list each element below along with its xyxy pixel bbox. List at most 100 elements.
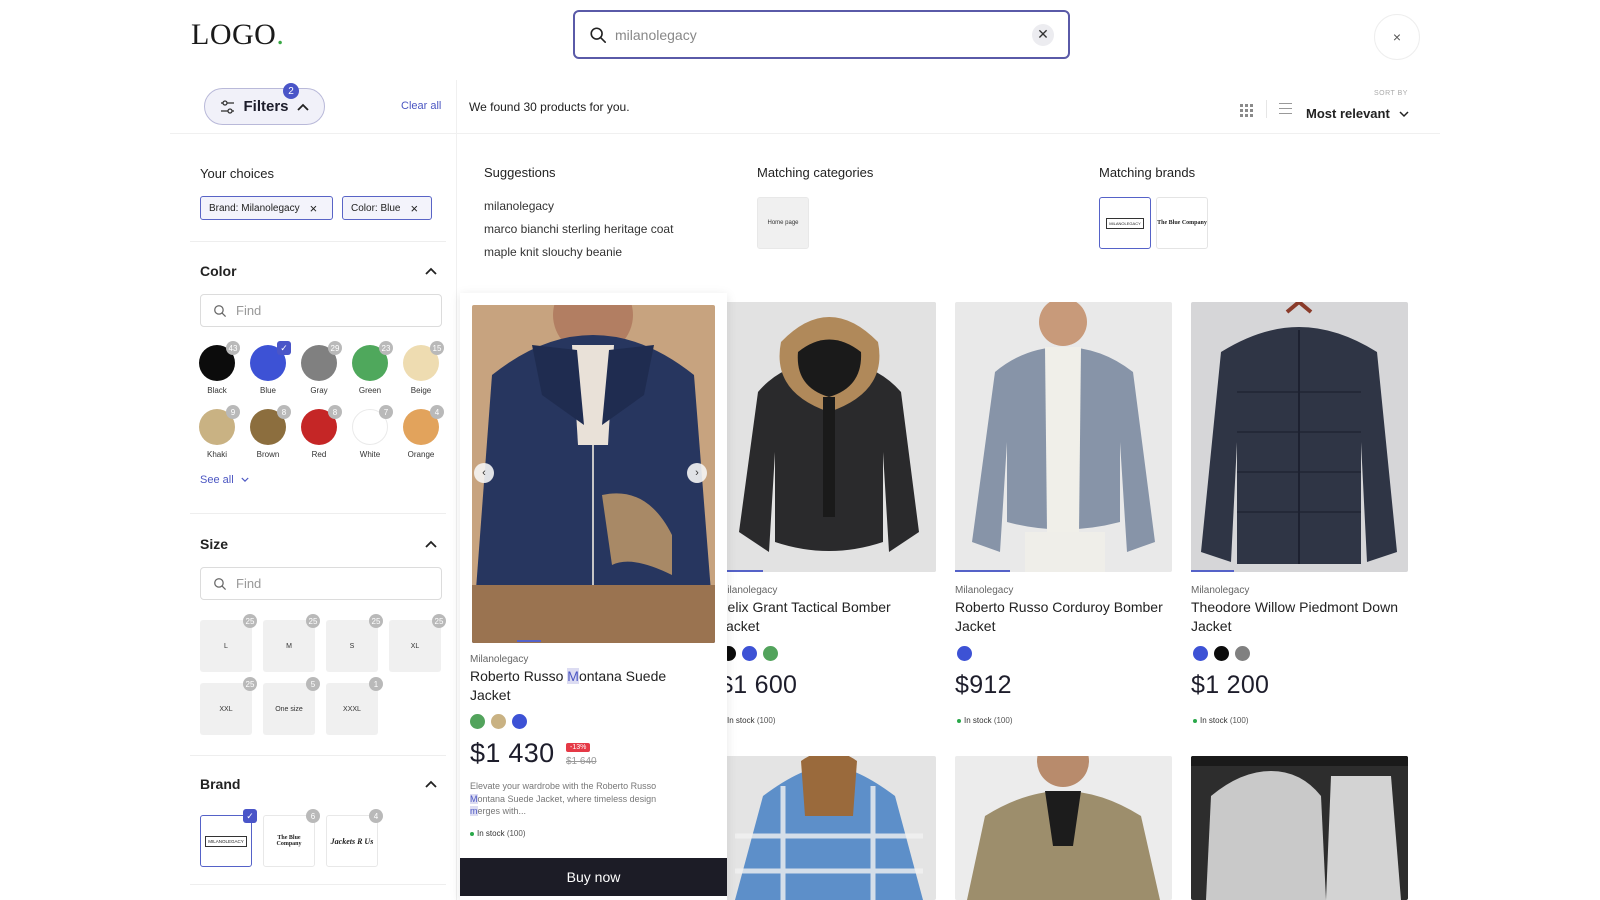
checkmark-icon: ✓: [277, 341, 291, 355]
brand-option-jackets-r-us[interactable]: Jackets R Us: [326, 815, 378, 867]
suggestion-item[interactable]: maple knit slouchy beanie: [484, 245, 622, 259]
product-image-flannel-jacket[interactable]: [723, 756, 936, 900]
matching-brand-blue-company[interactable]: The Blue Company: [1156, 197, 1208, 249]
product-image-felix-grant[interactable]: [723, 302, 936, 572]
logo[interactable]: LOGO.: [191, 18, 284, 52]
suede-jacket-image: [472, 305, 715, 643]
logo-dot: .: [276, 18, 285, 51]
product-name[interactable]: Theodore Willow Piedmont Down Jacket: [1191, 598, 1406, 636]
chevron-up-icon: [296, 103, 309, 111]
featured-product-image[interactable]: [472, 305, 715, 643]
color-dot[interactable]: [1214, 646, 1229, 661]
sort-dropdown[interactable]: Most relevant: [1306, 106, 1409, 121]
brand-logo-text: The Blue Company: [276, 835, 302, 847]
size-find-input[interactable]: Find: [200, 567, 442, 600]
product-price: $912: [955, 671, 1012, 699]
product-name[interactable]: Felix Grant Tactical Bomber Jacket: [719, 598, 934, 636]
tracksuit-image: [1191, 756, 1408, 900]
chip-brand[interactable]: Brand: Milanolegacy ×: [200, 196, 333, 220]
buy-now-button[interactable]: Buy now: [460, 858, 727, 896]
suggestions-title: Suggestions: [484, 165, 556, 180]
category-label: Home page: [767, 220, 799, 226]
brand-logo-text: The Blue Company: [1157, 220, 1207, 226]
clear-all-link[interactable]: Clear all: [401, 100, 441, 112]
matching-categories-title: Matching categories: [757, 165, 874, 180]
product-image-khaki-jacket[interactable]: [955, 756, 1172, 900]
corduroy-jacket-image: [955, 302, 1172, 572]
next-image-button[interactable]: ›: [687, 463, 707, 483]
remove-chip-icon[interactable]: ×: [410, 201, 418, 216]
featured-product-name[interactable]: Roberto Russo Montana Suede Jacket: [470, 667, 710, 705]
size-option-one-size[interactable]: One size: [263, 683, 315, 735]
search-icon: [214, 304, 227, 317]
chevron-up-icon[interactable]: [425, 267, 437, 275]
brand-option-blue-company[interactable]: The Blue Company: [263, 815, 315, 867]
filters-button[interactable]: Filters 2: [204, 83, 325, 125]
sliders-icon: [221, 99, 235, 114]
color-swatch-label: Khaki: [206, 450, 227, 459]
product-image-tracksuit[interactable]: [1191, 756, 1408, 900]
matching-brand-milanolegacy[interactable]: MILANOLEGACY: [1099, 197, 1151, 249]
size-option-l[interactable]: L: [200, 620, 252, 672]
color-dot[interactable]: [470, 714, 485, 729]
size-section-title[interactable]: Size: [200, 536, 228, 552]
product-image-theodore-willow[interactable]: [1191, 302, 1408, 572]
grid-view-icon[interactable]: [1240, 104, 1253, 117]
size-count-badge: 5: [306, 677, 320, 691]
chevron-up-icon[interactable]: [425, 780, 437, 788]
chip-label: Brand: Milanolegacy: [209, 202, 300, 214]
featured-brand: Milanolegacy: [470, 654, 529, 665]
size-count-badge: 25: [369, 614, 383, 628]
color-swatch-label: Black: [207, 386, 227, 395]
color-dot[interactable]: [957, 646, 972, 661]
color-dot[interactable]: [763, 646, 778, 661]
color-find-input[interactable]: Find: [200, 294, 442, 327]
color-dot[interactable]: [512, 714, 527, 729]
flannel-jacket-image: [723, 756, 936, 900]
stock-status: In stock (100): [957, 716, 1013, 725]
chip-color[interactable]: Color: Blue ×: [342, 196, 432, 220]
list-view-icon[interactable]: [1279, 103, 1292, 115]
close-search-button[interactable]: ×: [1374, 14, 1420, 60]
color-dot[interactable]: [1235, 646, 1250, 661]
see-all-colors-link[interactable]: See all: [200, 474, 249, 486]
view-divider: [1266, 100, 1267, 118]
chevron-left-icon: ‹: [482, 467, 486, 479]
image-indicator: [955, 570, 1010, 572]
color-swatch-label: Green: [358, 386, 382, 395]
search-input[interactable]: [615, 26, 1032, 43]
product-price: $1 600: [719, 671, 798, 699]
section-divider: [190, 884, 446, 885]
product-colors: [1193, 646, 1250, 661]
brand-logo-text: MILANOLEGACY: [205, 835, 247, 847]
khaki-jacket-image: [955, 756, 1172, 900]
clear-search-button[interactable]: ✕: [1032, 23, 1054, 46]
suggestion-item[interactable]: milanolegacy: [484, 199, 554, 213]
color-swatch-label: Orange: [407, 450, 435, 459]
size-option-xxl[interactable]: XXL: [200, 683, 252, 735]
category-home-page[interactable]: Home page: [757, 197, 809, 249]
color-section-title[interactable]: Color: [200, 263, 237, 279]
prev-image-button[interactable]: ‹: [474, 463, 494, 483]
size-count-badge: 25: [306, 614, 320, 628]
size-count-badge: 25: [243, 614, 257, 628]
product-image-roberto-russo-corduroy[interactable]: [955, 302, 1172, 572]
chevron-up-icon[interactable]: [425, 540, 437, 548]
size-option-xl[interactable]: XL: [389, 620, 441, 672]
brand-section-title[interactable]: Brand: [200, 776, 240, 792]
color-count-badge: 8: [328, 405, 342, 419]
image-indicator: [517, 640, 541, 642]
color-dot[interactable]: [742, 646, 757, 661]
product-name[interactable]: Roberto Russo Corduroy Bomber Jacket: [955, 598, 1170, 636]
size-option-m[interactable]: M: [263, 620, 315, 672]
suggestion-item[interactable]: marco bianchi sterling heritage coat: [484, 222, 673, 236]
filters-count-badge: 2: [283, 83, 299, 99]
old-price: $1 640: [566, 756, 597, 767]
color-dot[interactable]: [1193, 646, 1208, 661]
remove-chip-icon[interactable]: ×: [310, 201, 318, 216]
color-count-badge: 7: [379, 405, 393, 419]
color-swatch-label: Red: [311, 450, 327, 459]
color-dot[interactable]: [491, 714, 506, 729]
size-option-s[interactable]: S: [326, 620, 378, 672]
size-option-xxxl[interactable]: XXXL: [326, 683, 378, 735]
